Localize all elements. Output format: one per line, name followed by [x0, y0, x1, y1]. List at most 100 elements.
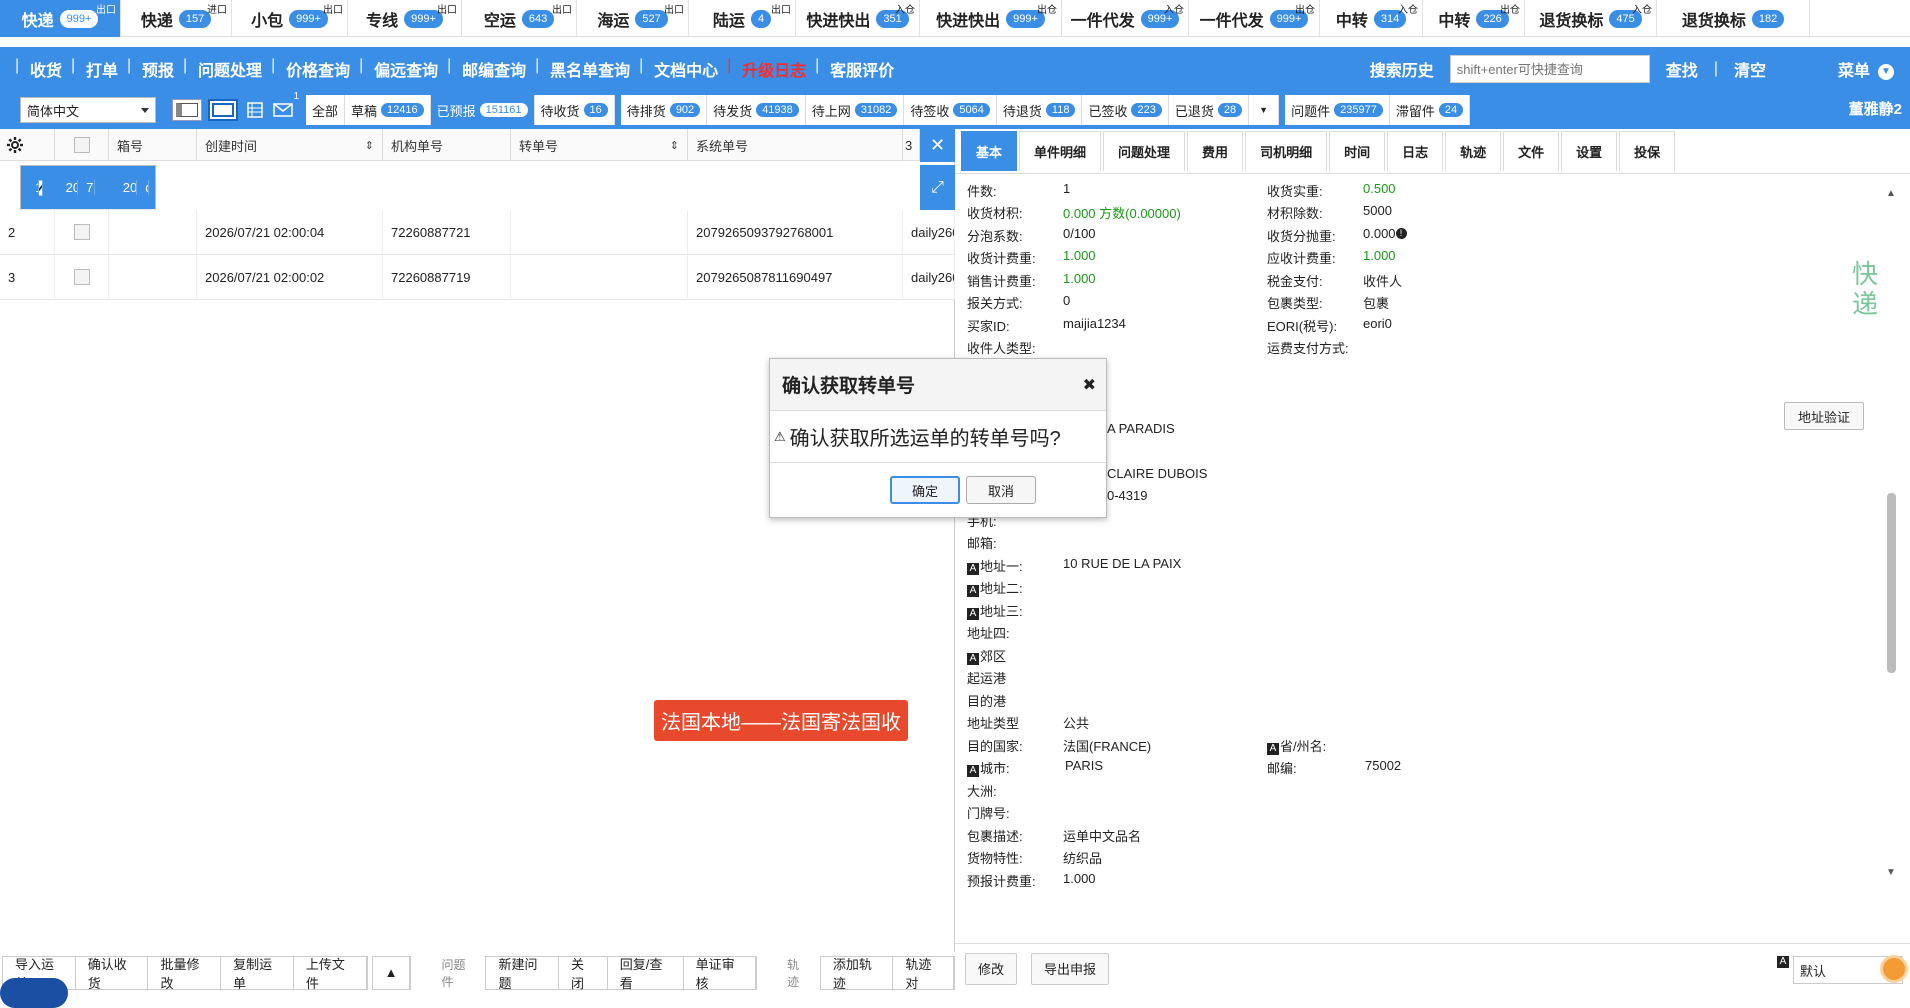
status-filter[interactable]: 草稿 12416 — [345, 95, 431, 125]
top-tab[interactable]: 退货换标 475 入仓 — [1525, 0, 1657, 37]
top-tab[interactable]: 小包 999+ 出口 — [232, 0, 348, 37]
detail-tab[interactable]: 设置 — [1561, 131, 1618, 171]
mail-icon[interactable]: 1 — [272, 91, 302, 121]
nav-item[interactable]: 偏远查询 — [359, 57, 450, 81]
status-filter[interactable]: 待排货 902 — [621, 95, 708, 125]
translate-icon[interactable]: A — [1777, 956, 1789, 968]
detail-tab[interactable]: 日志 — [1387, 131, 1444, 171]
table-row[interactable]: 3 2026/07/21 02:00:02 72260887719 207926508… — [0, 255, 955, 300]
export-declaration-button[interactable]: 导出申报 — [1031, 952, 1110, 985]
top-tab[interactable]: 快进快出 999+ 出仓 — [920, 0, 1062, 37]
action-button[interactable]: 复制运单 — [221, 956, 294, 991]
nav-item[interactable]: 收货 — [15, 57, 74, 81]
status-filter[interactable]: 全部 — [306, 95, 346, 125]
nav-item[interactable]: 打单 — [71, 57, 130, 81]
nav-item[interactable]: 客服评价 — [815, 57, 906, 81]
top-tab[interactable]: 专线 999+ 出口 — [348, 0, 462, 37]
top-tab[interactable]: 退货换标 182 — [1657, 0, 1810, 37]
action-button[interactable]: 回复/查看 — [608, 956, 684, 991]
detail-tab[interactable]: 单件明细 — [1019, 131, 1102, 171]
col-transfer-no[interactable]: 转单号 ⇕ — [511, 129, 688, 161]
action-button[interactable]: 单证审核 — [684, 956, 757, 991]
confirm-button[interactable]: 确定 — [890, 476, 960, 504]
top-tab[interactable]: 快进快出 351 入仓 — [796, 0, 920, 37]
status-filter[interactable]: 待签收 5064 — [904, 95, 997, 125]
close-icon[interactable]: ✕ — [920, 129, 955, 162]
table-row[interactable]: 1✔ 2026/07/21 02:00:0472260887722 20792650… — [20, 165, 156, 210]
nav-item[interactable]: 问题处理 — [183, 57, 274, 81]
translate-icon[interactable]: A — [967, 563, 979, 575]
detail-tab[interactable]: 问题处理 — [1103, 131, 1186, 171]
quick-search-input[interactable] — [1449, 55, 1650, 83]
col-org-no[interactable]: 机构单号 — [383, 129, 511, 161]
checkbox[interactable]: ✔ — [39, 179, 43, 196]
detail-tab[interactable]: 基本 — [961, 131, 1018, 171]
translate-icon[interactable]: A — [1267, 743, 1279, 755]
table-row[interactable]: 2 2026/07/21 02:00:04 72260887721 207926509… — [0, 210, 955, 255]
detail-tab[interactable]: 文件 — [1503, 131, 1560, 171]
col-created-time[interactable]: 创建时间 ⇕ — [197, 129, 383, 161]
action-button[interactable]: 确认收货 — [76, 956, 149, 991]
help-badge[interactable] — [0, 978, 68, 1008]
col-more[interactable]: 3 — [903, 129, 920, 161]
col-system-no[interactable]: 系统单号 — [688, 129, 903, 161]
top-tab[interactable]: 一件代发 999+ 入仓 — [1062, 0, 1189, 37]
nav-item[interactable]: 黑名单查询 — [535, 57, 642, 81]
floating-assistant-icon[interactable] — [1880, 955, 1908, 983]
detail-tab[interactable]: 时间 — [1329, 131, 1386, 171]
top-tab[interactable]: 快递 157 进口 — [121, 0, 232, 37]
scroll-up-icon[interactable]: ▲ — [1886, 188, 1896, 199]
status-filter[interactable]: 已退货 28 — [1169, 95, 1250, 125]
col-box-no[interactable]: 箱号 — [109, 129, 197, 161]
top-tab[interactable]: 空运 643 出口 — [462, 0, 577, 37]
translate-icon[interactable]: A — [967, 585, 979, 597]
split-view-icon[interactable] — [172, 99, 202, 121]
checkbox[interactable] — [73, 269, 90, 285]
top-tab[interactable]: 中转 226 出仓 — [1423, 0, 1525, 37]
sort-icon[interactable]: ⇕ — [365, 139, 374, 152]
full-view-icon[interactable] — [208, 99, 238, 121]
more-actions-button[interactable]: ▲ — [373, 956, 411, 989]
menu-button[interactable]: 菜单 ▼ — [1822, 57, 1910, 81]
row-checkbox[interactable] — [55, 255, 109, 299]
action-button[interactable]: 批量修改 — [148, 956, 222, 991]
detail-tab[interactable]: 费用 — [1187, 131, 1244, 171]
sort-icon[interactable]: ⇕ — [670, 139, 679, 152]
action-button[interactable]: 添加轨迹 — [821, 956, 894, 991]
nav-item[interactable]: 价格查询 — [271, 57, 362, 81]
nav-item[interactable]: 升级日志 — [727, 57, 818, 81]
settings-gear-icon[interactable] — [0, 129, 55, 161]
top-tab[interactable]: 陆运 4 出口 — [689, 0, 796, 37]
row-checkbox[interactable]: ✔ — [39, 179, 44, 196]
translate-icon[interactable]: A — [967, 608, 979, 620]
action-button[interactable]: 轨迹对 — [893, 956, 954, 991]
status-filter[interactable]: 已预报 151161 — [430, 95, 535, 125]
action-button[interactable]: 上传文件 — [294, 956, 367, 991]
top-tab[interactable]: 快递 999+ 出口 — [0, 0, 121, 37]
translate-icon[interactable]: A — [967, 765, 979, 777]
action-button[interactable]: 关闭 — [559, 956, 608, 991]
find-button[interactable]: 查找 — [1650, 57, 1714, 81]
top-tab[interactable]: 一件代发 999+ 出仓 — [1189, 0, 1320, 37]
scroll-down-icon[interactable]: ▼ — [1886, 867, 1896, 878]
status-filter[interactable]: 待发货 41938 — [707, 95, 806, 125]
top-tab[interactable]: 海运 527 出口 — [577, 0, 689, 37]
detail-tab[interactable]: 司机明细 — [1245, 131, 1328, 171]
nav-item[interactable]: 预报 — [127, 57, 186, 81]
detail-tab[interactable]: 投保 — [1619, 131, 1676, 171]
list-view-icon[interactable] — [244, 99, 266, 121]
status-filter[interactable]: 问题件 235977 — [1285, 95, 1390, 125]
detail-scrollbar[interactable]: ▲ ▼ — [1884, 188, 1898, 878]
action-button[interactable]: 新建问题 — [486, 956, 559, 991]
info-icon[interactable]: ! — [1395, 228, 1407, 239]
status-filter[interactable]: 已签收 223 — [1082, 95, 1169, 125]
top-tab[interactable]: 中转 314 入仓 — [1320, 0, 1423, 37]
nav-item[interactable]: 邮编查询 — [447, 57, 538, 81]
close-icon[interactable]: ✖ — [1083, 375, 1096, 395]
checkbox[interactable] — [73, 224, 90, 240]
nav-item[interactable]: 文档中心 — [639, 57, 730, 81]
detail-tab[interactable]: 轨迹 — [1445, 131, 1502, 171]
translate-icon[interactable]: A — [967, 653, 979, 665]
clear-button[interactable]: 清空 — [1718, 57, 1782, 81]
status-filter[interactable]: 滞留件 24 — [1390, 95, 1471, 125]
